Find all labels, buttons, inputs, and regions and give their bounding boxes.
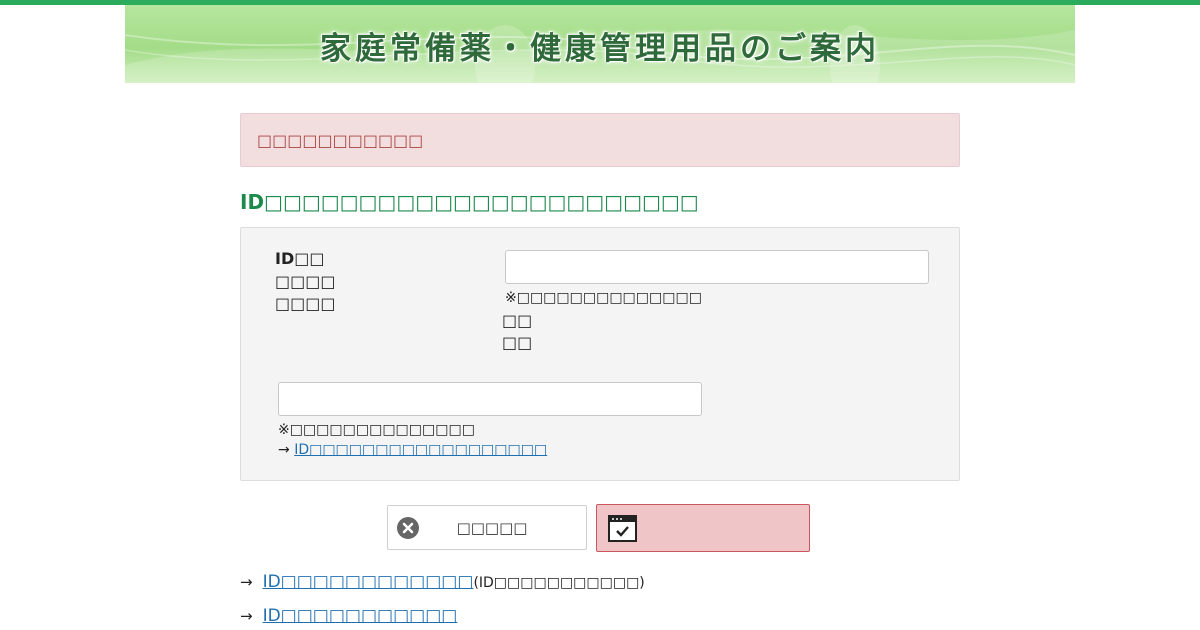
bottom-link-register[interactable]: ID□□□□□□□□□□□□: [263, 572, 474, 592]
error-alert-message: □□□□□□□□□□□: [257, 131, 424, 150]
bottom-link-item: → ID□□□□□□□□□□□□(ID□□□□□□□□□□□): [240, 572, 645, 592]
id-input-note-extra: □□ □□: [502, 310, 532, 354]
header-banner: 家庭常備薬・健康管理用品のご案内: [125, 5, 1075, 83]
note-extra-line: □□: [502, 311, 533, 330]
error-alert: □□□□□□□□□□□: [240, 113, 960, 167]
field-label: ID□□ □□□□ □□□□: [275, 248, 335, 316]
bottom-link-item: → ID□□□□□□□□□□□: [240, 606, 457, 626]
note-extra-line: □□: [502, 333, 533, 352]
cancel-button-label: □□□□□: [456, 519, 528, 537]
arrow-icon: →: [240, 573, 253, 591]
field-label-line: □□□□: [275, 271, 336, 291]
help-link-line: → ID□□□□□□□□□□□□□□□□□□: [278, 442, 547, 458]
bottom-link-note: (ID□□□□□□□□□□□): [473, 575, 645, 591]
submit-button[interactable]: [596, 504, 810, 552]
cancel-button[interactable]: □□□□□: [387, 505, 587, 550]
page-heading: ID□□□□□□□□□□□□□□□□□□□□□□□: [240, 190, 699, 214]
banner-title: 家庭常備薬・健康管理用品のご案内: [320, 31, 880, 67]
calendar-check-icon: [608, 515, 637, 546]
field-label-line: ID□□: [275, 249, 325, 268]
arrow-icon: →: [240, 607, 253, 625]
form-panel: ID□□ □□□□ □□□□ ※□□□□□□□□□□□□□□ □□ □□ ※□□…: [240, 227, 960, 481]
help-link[interactable]: ID□□□□□□□□□□□□□□□□□□: [294, 442, 547, 458]
password-input[interactable]: [278, 382, 702, 416]
field-label-line: □□□□: [275, 294, 336, 313]
password-input-note: ※□□□□□□□□□□□□□□: [278, 422, 475, 438]
id-input-note: ※□□□□□□□□□□□□□□: [505, 290, 702, 306]
arrow-icon: →: [278, 442, 290, 458]
id-input[interactable]: [505, 250, 929, 284]
bottom-link-forgot[interactable]: ID□□□□□□□□□□□: [263, 606, 458, 626]
